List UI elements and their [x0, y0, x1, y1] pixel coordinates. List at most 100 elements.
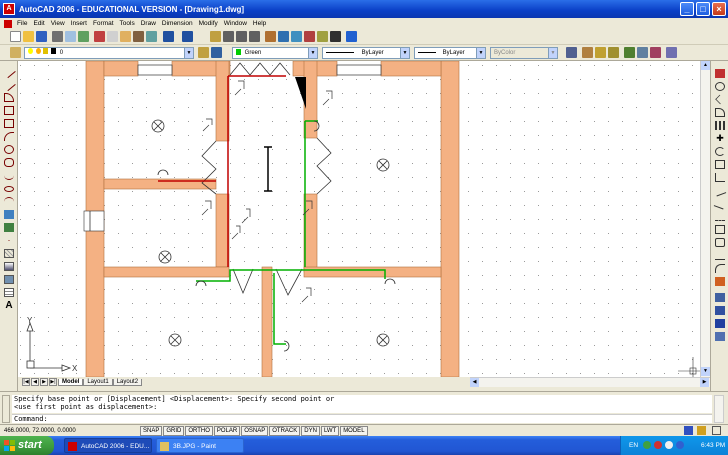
drawing-canvas[interactable]: Y X ▲ ▼: [18, 61, 710, 377]
circle-icon[interactable]: [4, 145, 14, 154]
block-editor-icon[interactable]: [146, 31, 157, 42]
chevron-down-icon[interactable]: ▼: [476, 48, 485, 58]
toggle-snap[interactable]: SNAP: [140, 425, 163, 436]
join-icon[interactable]: [715, 238, 725, 247]
offset-icon[interactable]: [715, 108, 725, 117]
toggle-grid[interactable]: GRID: [163, 425, 185, 436]
color-dropdown[interactable]: Green ▼: [232, 47, 318, 59]
fillet-icon[interactable]: [715, 264, 725, 273]
language-indicator[interactable]: EN: [629, 436, 638, 455]
extend-icon[interactable]: [713, 197, 727, 210]
array-icon[interactable]: [715, 121, 725, 130]
paste-icon[interactable]: [120, 31, 131, 42]
draworder-icon[interactable]: [715, 293, 725, 302]
tab-layout2[interactable]: Layout2: [112, 378, 143, 386]
tab-model[interactable]: Model: [58, 378, 84, 386]
design-center-icon[interactable]: [278, 31, 289, 42]
close-button[interactable]: ×: [712, 2, 726, 16]
region-icon[interactable]: [4, 275, 14, 284]
task-autocad[interactable]: AutoCAD 2006 - EDU...: [64, 438, 152, 453]
command-window-grip[interactable]: [2, 395, 10, 423]
menu-file[interactable]: File: [14, 20, 30, 27]
undo-icon[interactable]: [163, 31, 174, 42]
properties-icon[interactable]: [265, 31, 276, 42]
help-icon[interactable]: [346, 31, 357, 42]
scale-icon[interactable]: [715, 160, 725, 169]
menu-modify[interactable]: Modify: [196, 20, 221, 27]
menu-dimension[interactable]: Dimension: [159, 20, 196, 27]
command-line-input[interactable]: Command:: [12, 414, 712, 423]
menu-view[interactable]: View: [48, 20, 68, 27]
next-tab-icon[interactable]: ▶: [40, 378, 48, 386]
menu-insert[interactable]: Insert: [68, 20, 90, 27]
vertical-scrollbar[interactable]: ▲ ▼: [700, 61, 710, 377]
command-scrollbar[interactable]: [714, 395, 724, 423]
hatch-icon[interactable]: [4, 249, 14, 258]
zoom-previous-icon[interactable]: [249, 31, 260, 42]
copy-icon[interactable]: [107, 31, 118, 42]
zoom-window-icon[interactable]: [236, 31, 247, 42]
scroll-right-icon[interactable]: ▶: [700, 378, 709, 387]
pan-icon[interactable]: [210, 31, 221, 42]
move-icon[interactable]: ✚: [715, 134, 725, 143]
clock[interactable]: 6:43 PM: [701, 436, 725, 455]
erase-icon[interactable]: [715, 69, 725, 78]
scroll-down-icon[interactable]: ▼: [701, 367, 710, 376]
volume-icon[interactable]: [665, 441, 673, 449]
tab-layout1[interactable]: Layout1: [83, 378, 113, 386]
revision-cloud-icon[interactable]: [4, 158, 14, 167]
line-icon[interactable]: [2, 64, 16, 79]
menu-help[interactable]: Help: [250, 20, 269, 27]
scroll-up-icon[interactable]: ▲: [701, 61, 710, 70]
sheet-set-icon[interactable]: [304, 31, 315, 42]
publish-icon[interactable]: [78, 31, 89, 42]
layer-dropdown[interactable]: 0 ▼: [24, 47, 194, 59]
menu-draw[interactable]: Draw: [138, 20, 159, 27]
zoom-realtime-icon[interactable]: [223, 31, 234, 42]
trim-icon[interactable]: [713, 184, 727, 197]
menu-format[interactable]: Format: [90, 20, 117, 27]
break-icon[interactable]: [715, 225, 725, 234]
task-paint[interactable]: 3B.JPG - Paint: [156, 438, 244, 453]
scroll-left-icon[interactable]: ◀: [470, 378, 479, 387]
linetype-dropdown[interactable]: ByLayer ▼: [322, 47, 410, 59]
polyline-icon[interactable]: [4, 93, 14, 102]
send-back-icon[interactable]: [715, 319, 725, 328]
toggle-lwt[interactable]: LWT: [320, 425, 340, 436]
lineweight-dropdown[interactable]: ByLayer ▼: [414, 47, 486, 59]
ellipse-icon[interactable]: [4, 186, 14, 192]
lock-toolbar-icon[interactable]: [697, 426, 706, 435]
start-button[interactable]: start: [0, 436, 54, 455]
menu-window[interactable]: Window: [221, 20, 250, 27]
chamfer-icon[interactable]: [715, 251, 725, 260]
make-block-icon[interactable]: [4, 223, 14, 232]
markup-icon[interactable]: [317, 31, 328, 42]
sync-icon[interactable]: [650, 47, 661, 58]
table-icon[interactable]: [4, 288, 14, 297]
mirror-icon[interactable]: [715, 94, 725, 105]
xref-icon[interactable]: [608, 47, 619, 58]
block-attribute-icon[interactable]: [637, 47, 648, 58]
chevron-down-icon[interactable]: ▼: [184, 48, 193, 58]
layer-manager-icon[interactable]: [10, 47, 21, 58]
clean-screen-icon[interactable]: [712, 426, 721, 435]
menu-edit[interactable]: Edit: [30, 20, 47, 27]
toggle-otrack[interactable]: OTRACK: [269, 425, 301, 436]
maximize-button[interactable]: □: [696, 2, 710, 16]
spline-icon[interactable]: [4, 171, 14, 180]
bring-front-icon[interactable]: [715, 306, 725, 315]
chevron-down-icon[interactable]: ▼: [308, 48, 317, 58]
ellipse-arc-icon[interactable]: [4, 197, 14, 206]
arc-icon[interactable]: [4, 132, 14, 141]
match-properties-icon[interactable]: [133, 31, 144, 42]
toggle-dyn[interactable]: DYN: [301, 425, 320, 436]
security-icon[interactable]: [654, 441, 662, 449]
toggle-model[interactable]: MODEL: [340, 425, 368, 436]
stretch-icon[interactable]: [715, 173, 725, 182]
communication-center-icon[interactable]: [684, 426, 693, 435]
calculator-icon[interactable]: [330, 31, 341, 42]
bring-above-icon[interactable]: [715, 332, 725, 341]
network-icon[interactable]: [643, 441, 651, 449]
tool-palettes-icon[interactable]: [291, 31, 302, 42]
refedit-icon[interactable]: [595, 47, 606, 58]
